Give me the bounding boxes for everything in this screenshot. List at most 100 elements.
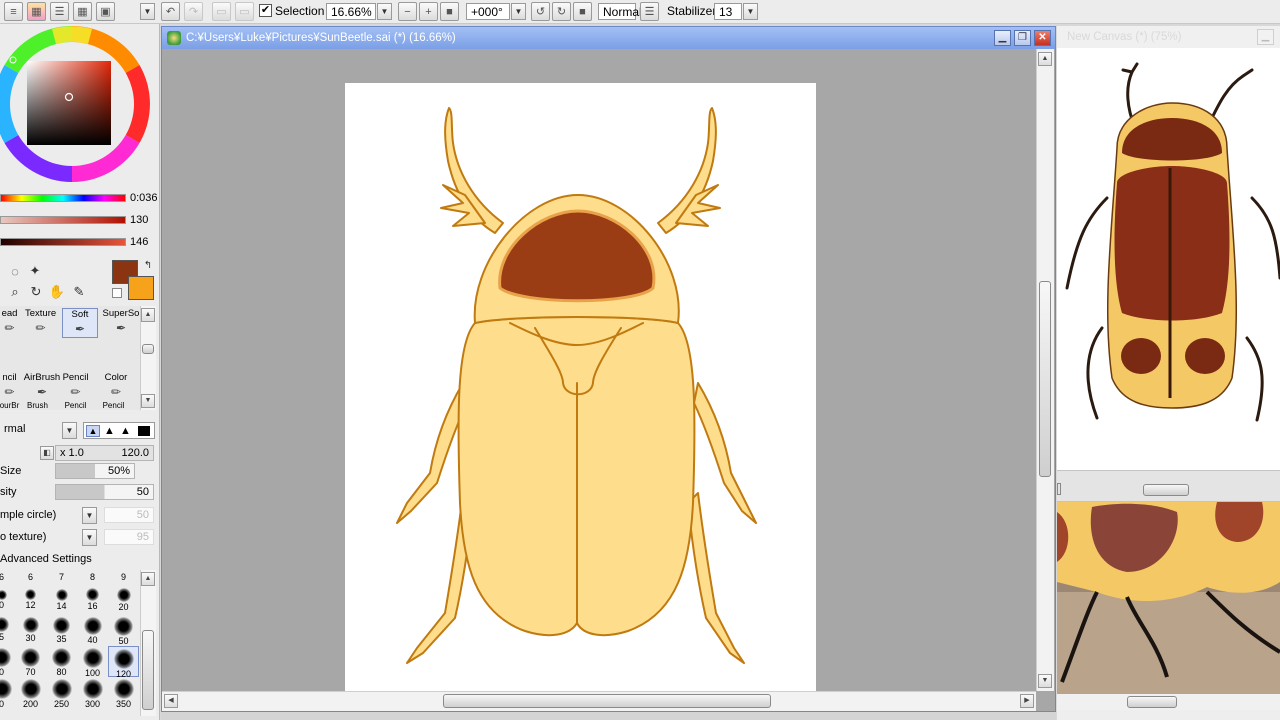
panel-dropdown[interactable]: ▼ [140, 3, 155, 20]
maximize-button[interactable]: ❐ [1014, 30, 1031, 46]
stabilizer-field[interactable]: 13 [714, 3, 742, 20]
color-wheel[interactable] [0, 24, 152, 189]
scroll-thumb[interactable] [142, 344, 154, 354]
swap-colors-icon[interactable]: ↰ [139, 256, 157, 274]
brush-slot[interactable]: Color ✏ [98, 372, 134, 402]
scroll-thumb[interactable] [1127, 696, 1177, 708]
list-view-icon[interactable]: ☰ [50, 2, 69, 21]
brush-slot[interactable]: AirBrush ✒ [22, 372, 62, 402]
canvas-title-bar[interactable]: C:¥Users¥Luke¥Pictures¥SunBeetle.sai (*)… [162, 27, 1055, 49]
stabilizer-dropdown[interactable]: ▼ [743, 3, 758, 20]
canvas-horizontal-scrollbar[interactable]: ◀ ▶ [162, 691, 1036, 711]
rotate-cw-icon[interactable]: ↻ [552, 2, 571, 21]
size-preset[interactable]: 350 [108, 677, 139, 709]
scroll-up-icon[interactable]: ▲ [141, 572, 155, 586]
minimize-button[interactable]: ▁ [994, 30, 1011, 46]
size-preset[interactable]: 16 [77, 584, 108, 615]
edge-medium-icon[interactable]: ▲ [104, 425, 115, 437]
size-preset[interactable]: 40 [77, 615, 108, 646]
secondary-color-swatch[interactable] [128, 276, 154, 300]
brush-slot[interactable]: ead ✏ [0, 308, 25, 338]
scroll-right-icon[interactable]: ▶ [1020, 694, 1034, 708]
size-link-icon[interactable]: ◧ [40, 446, 54, 460]
hue-slider[interactable] [0, 194, 126, 202]
scroll-down-icon[interactable]: ▼ [141, 394, 155, 408]
size-preset[interactable]: 20 [108, 584, 139, 615]
scroll-thumb[interactable] [443, 694, 771, 708]
magic-wand-icon[interactable]: ✦ [26, 262, 44, 280]
size-slider[interactable]: 50% [55, 463, 135, 479]
grid-view-icon[interactable]: ▦ [73, 2, 92, 21]
size-preset[interactable]: 100 [77, 646, 108, 678]
rotate-ccw-icon[interactable]: ↺ [531, 2, 550, 21]
hand-tool-icon[interactable]: ✋ [48, 283, 66, 301]
zoom-field[interactable]: 16.66% [326, 3, 376, 20]
edge-soft-icon[interactable]: ▲ [86, 425, 100, 437]
scroll-thumb[interactable] [142, 630, 154, 710]
edge-hard-icon[interactable]: ▲ [120, 425, 131, 437]
rotation-dropdown[interactable]: ▼ [511, 3, 526, 20]
scroll-down-icon[interactable]: ▼ [1038, 674, 1052, 688]
brush-mode-dropdown[interactable]: ▼ [62, 422, 77, 439]
size-preset[interactable]: 70 [15, 646, 46, 677]
size-presets-scrollbar[interactable]: ▲ [140, 570, 156, 716]
scroll-up-icon[interactable]: ▲ [141, 308, 155, 322]
zoom-tool-icon[interactable]: ⌕ [6, 283, 24, 301]
brush-slot[interactable]: Brush [22, 402, 53, 410]
brush-slot[interactable]: Texture ✏ [25, 308, 56, 338]
brush-slot[interactable]: Pencil ✏ [60, 372, 91, 402]
rotation-field[interactable]: +000° [466, 3, 510, 20]
color-wheel-toggle-icon[interactable]: ▦ [27, 2, 46, 21]
flip-icon[interactable]: ☰ [640, 2, 659, 21]
size-preset[interactable]: 300 [77, 677, 108, 709]
size-preset[interactable]: 50 [108, 615, 139, 646]
image-view-icon[interactable]: ▣ [96, 2, 115, 21]
size-preset[interactable]: 12 [15, 584, 46, 615]
brush-grid-scrollbar[interactable]: ▲ ▼ [140, 306, 156, 410]
size-preset[interactable]: 250 [46, 677, 77, 709]
undo-icon[interactable]: ↶ [161, 2, 180, 21]
size-preset[interactable]: 200 [15, 677, 46, 709]
value-slider[interactable] [0, 238, 126, 246]
brush-slot-selected[interactable]: Soft ✒ [62, 308, 98, 338]
brush-slot[interactable]: Pencil [98, 402, 129, 410]
brush-shape-dropdown[interactable]: ▼ [82, 507, 97, 524]
size-preset[interactable]: 30 [15, 615, 46, 646]
density-slider[interactable]: 50 [55, 484, 154, 500]
blend-mode-field[interactable]: Normal [598, 3, 642, 20]
zoom-dropdown[interactable]: ▼ [377, 3, 392, 20]
zoom-in-icon[interactable]: + [419, 2, 438, 21]
zoom-reset-icon[interactable]: ■ [440, 2, 459, 21]
reference-bottom-scrollbar[interactable] [1057, 694, 1280, 710]
brush-edge-selector[interactable]: ▲ ▲ ▲ [83, 422, 155, 439]
selection-checkbox[interactable]: ✔ [259, 4, 272, 17]
lasso-icon[interactable]: ◌ [6, 262, 24, 280]
close-button[interactable]: ✕ [1034, 30, 1051, 46]
advanced-settings-toggle[interactable]: Advanced Settings [0, 553, 92, 565]
reference-scrollbar[interactable] [1057, 470, 1280, 502]
scroll-left-icon[interactable]: ◀ [164, 694, 178, 708]
rotate-reset-icon[interactable]: ■ [573, 2, 592, 21]
scroll-thumb[interactable] [1143, 484, 1189, 496]
rotate-tool-icon[interactable]: ↻ [27, 283, 45, 301]
eyedropper-icon[interactable]: ✎ [70, 283, 88, 301]
zoom-out-icon[interactable]: − [398, 2, 417, 21]
brush-slot[interactable]: SuperSo ✒ [101, 308, 141, 338]
menu-icon[interactable]: ≡ [4, 2, 23, 21]
size-preset[interactable]: 35 [46, 615, 77, 646]
transparent-color-icon[interactable] [112, 288, 122, 298]
scroll-thumb[interactable] [1039, 281, 1051, 477]
size-multiplier-field[interactable]: x 1.0 120.0 [55, 445, 154, 461]
minimize-button[interactable]: ▁ [1257, 29, 1274, 45]
brush-slot[interactable]: Pencil [60, 402, 91, 410]
scroll-up-icon[interactable]: ▲ [1038, 52, 1052, 66]
brush-texture-dropdown[interactable]: ▼ [82, 529, 97, 546]
reference-title-bar[interactable]: New Canvas (*) (75%) ▁ [1057, 26, 1280, 48]
drawing-paper[interactable] [345, 83, 816, 693]
saturation-slider[interactable] [0, 216, 126, 224]
size-preset[interactable]: 80 [46, 646, 77, 677]
edge-solid-icon[interactable] [138, 426, 150, 436]
canvas-vertical-scrollbar[interactable]: ▲ ▼ [1036, 49, 1054, 691]
size-preset-selected[interactable]: 120 [108, 646, 139, 679]
size-preset[interactable]: 14 [46, 584, 77, 615]
